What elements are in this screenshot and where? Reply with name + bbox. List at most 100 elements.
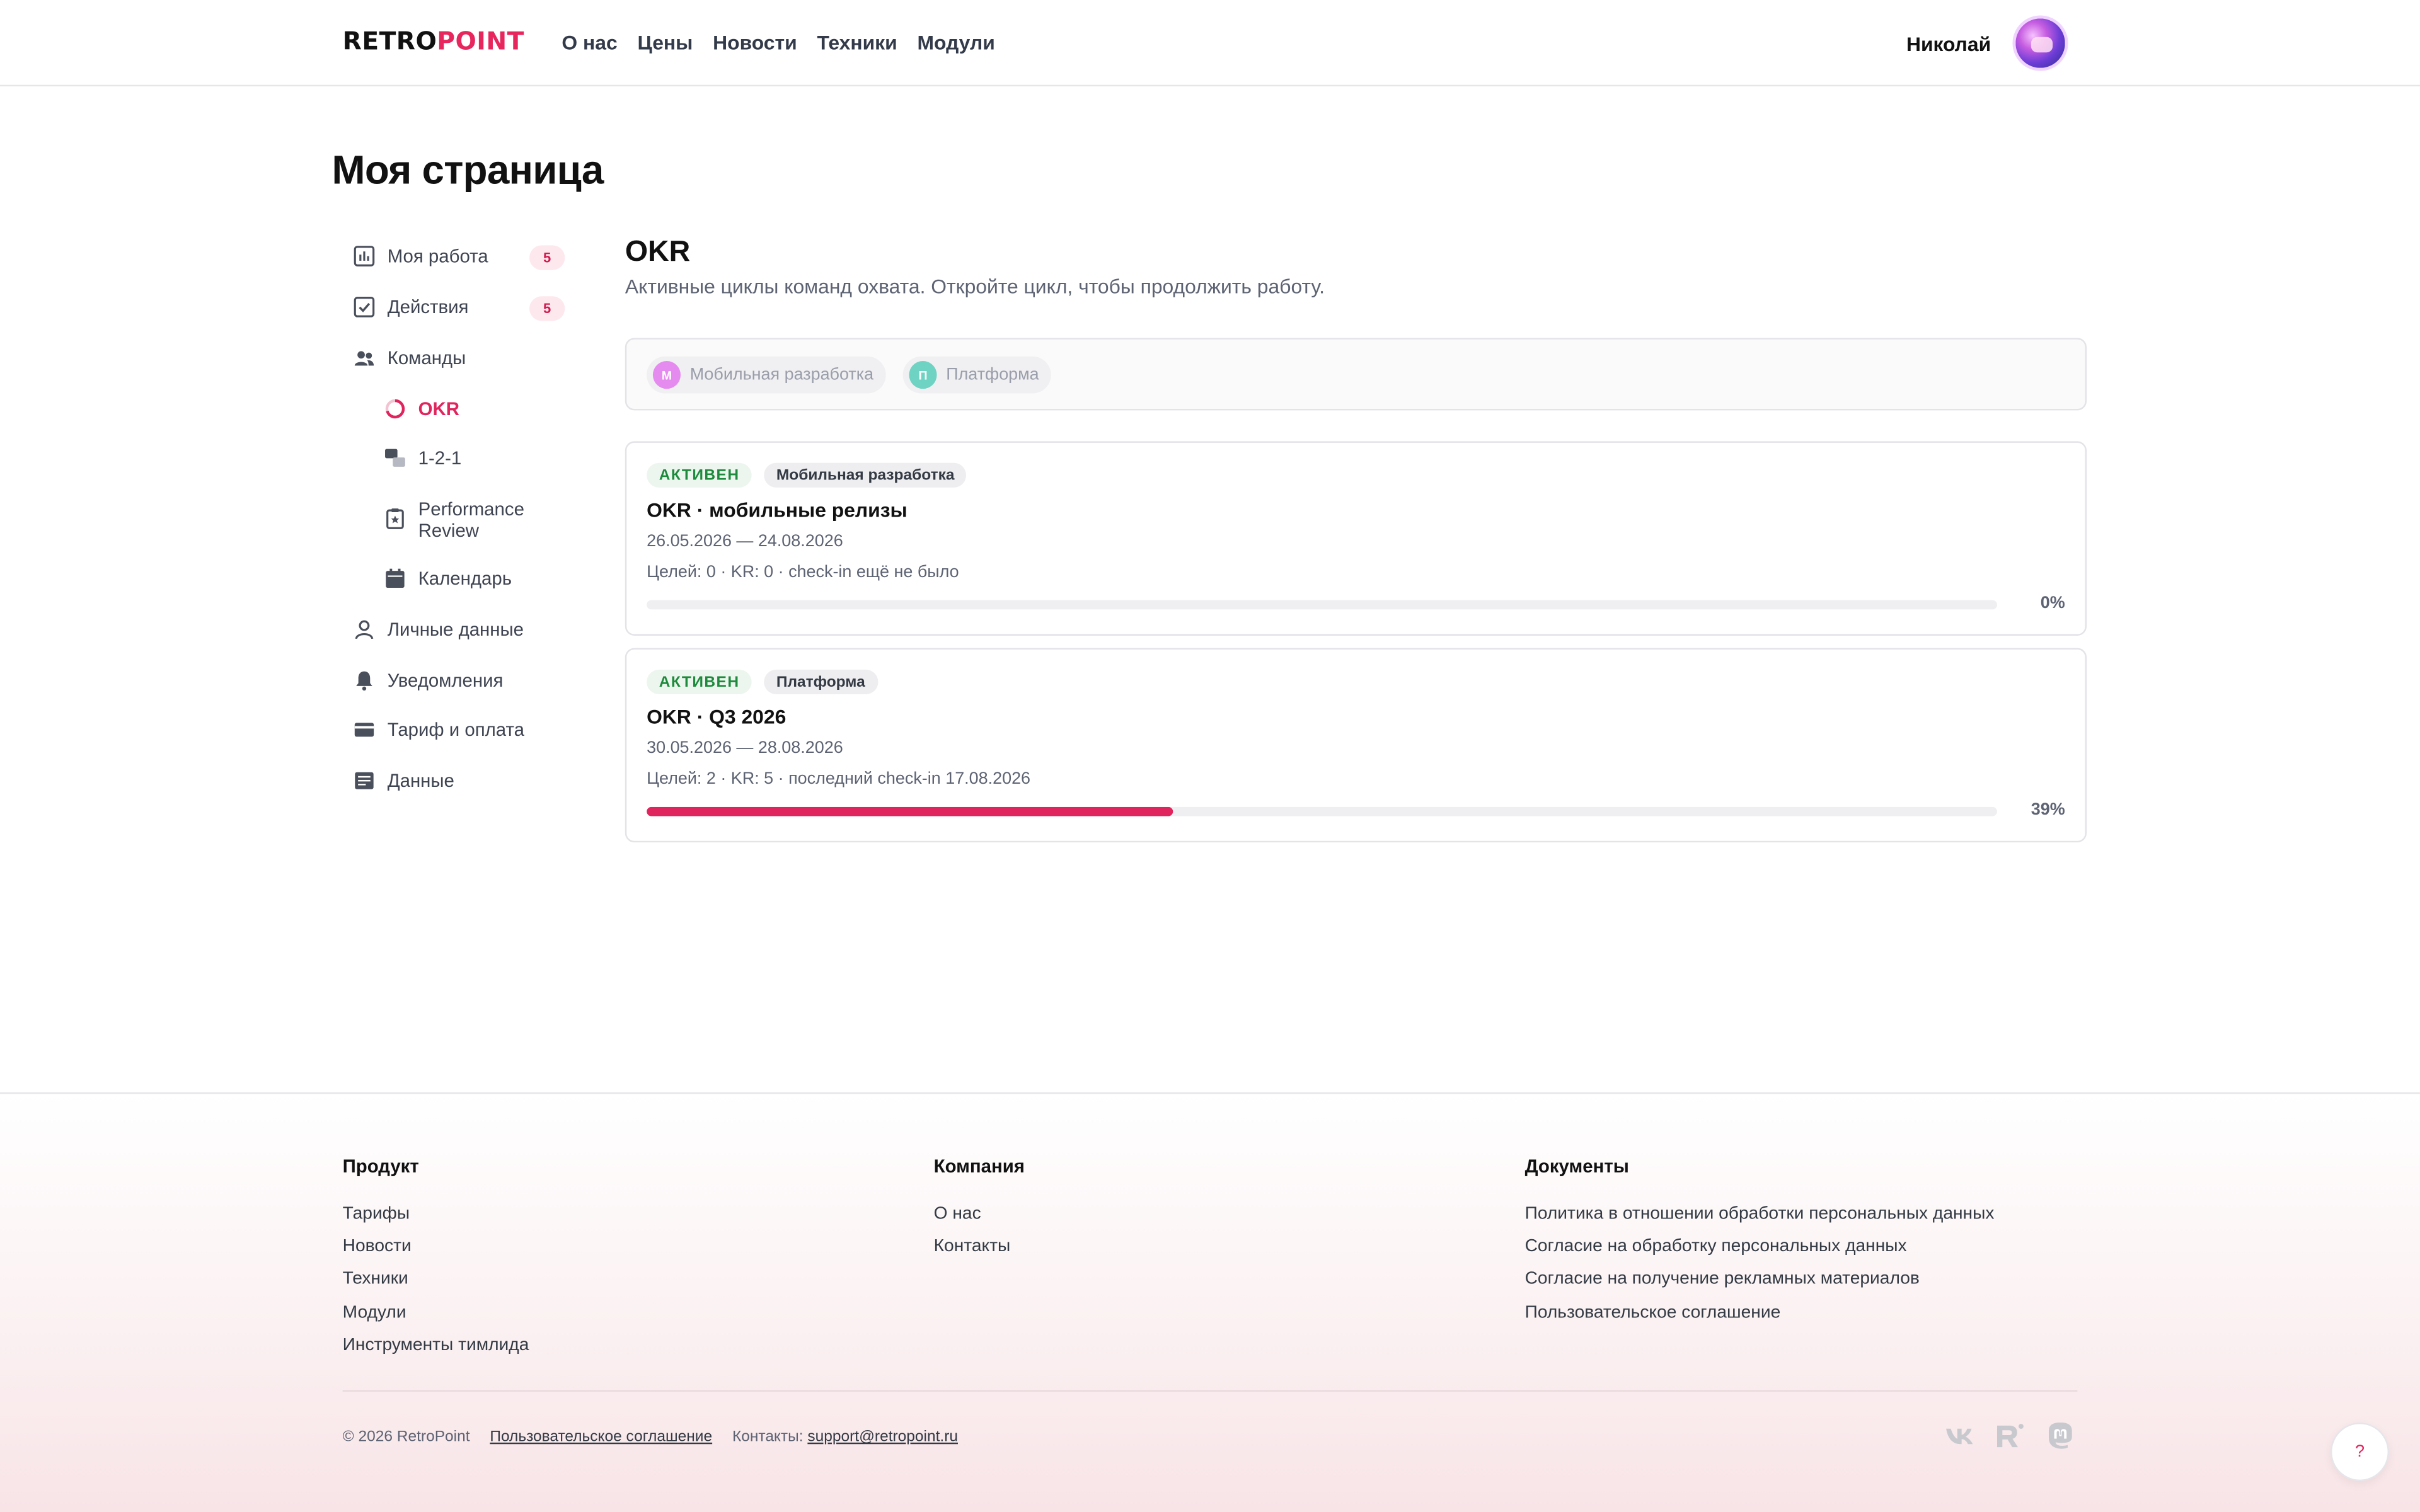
nav-news[interactable]: Новости bbox=[713, 31, 797, 54]
sidebar-item-label: Тариф и оплата bbox=[387, 719, 524, 741]
footer-link-data-consent[interactable]: Согласие на обработку персональных данны… bbox=[1525, 1232, 1995, 1264]
contacts-label: Контакты: bbox=[732, 1428, 804, 1446]
person-icon bbox=[354, 619, 375, 640]
card-title[interactable]: OKR · Q3 2026 bbox=[647, 705, 786, 728]
logo[interactable]: RETROPOINT bbox=[343, 26, 524, 56]
top-header: RETROPOINT О нас Цены Новости Техники Мо… bbox=[0, 0, 2420, 87]
footer-column-product: Продукт Тарифы Новости Техники Модули Ин… bbox=[343, 1155, 529, 1362]
footer: Продукт Тарифы Новости Техники Модули Ин… bbox=[0, 1092, 2420, 1512]
bell-icon bbox=[354, 670, 375, 691]
card-meta: Целей: 0 · KR: 0 · check-in ещё не было bbox=[647, 563, 959, 582]
logo-text-point: POINT bbox=[437, 26, 524, 56]
footer-link-privacy-policy[interactable]: Политика в отношении обработки персональ… bbox=[1525, 1199, 1995, 1232]
team-filter-label: Платформа bbox=[946, 365, 1039, 384]
chat-icon bbox=[384, 447, 406, 469]
sidebar-item-billing[interactable]: Тариф и оплата bbox=[354, 719, 524, 741]
sidebar-item-okr[interactable]: OKR bbox=[384, 398, 459, 420]
sidebar-item-my-work[interactable]: Моя работа bbox=[354, 245, 488, 267]
page-title: Моя страница bbox=[331, 146, 604, 193]
team-avatar: М bbox=[652, 361, 681, 389]
team-filter-mobile[interactable]: М Мобильная разработка bbox=[647, 356, 886, 394]
footer-link-news[interactable]: Новости bbox=[343, 1232, 529, 1264]
logo-text-retro: RETRO bbox=[342, 26, 437, 56]
section-subtitle: Активные циклы команд охвата. Откройте ц… bbox=[625, 274, 1325, 298]
team-filter-label: Мобильная разработка bbox=[689, 365, 874, 384]
footer-link-teamlead-tools[interactable]: Инструменты тимлида bbox=[343, 1329, 529, 1362]
nav-modules[interactable]: Модули bbox=[918, 31, 995, 54]
user-menu[interactable]: Николай bbox=[1906, 15, 2068, 71]
sidebar-item-label: Performance Review bbox=[418, 498, 524, 542]
help-button[interactable]: ? bbox=[2330, 1422, 2390, 1482]
sidebar-item-teams[interactable]: Команды bbox=[354, 347, 466, 369]
footer-contacts: Контакты: support@retropoint.ru bbox=[732, 1429, 958, 1446]
nav-about[interactable]: О нас bbox=[562, 31, 617, 54]
section-title: OKR bbox=[625, 236, 691, 269]
footer-link-techniques[interactable]: Техники bbox=[343, 1264, 529, 1297]
progress-percent: 0% bbox=[2040, 593, 2065, 613]
card-icon bbox=[354, 719, 375, 740]
sidebar-item-label: Команды bbox=[387, 347, 466, 369]
footer-link-about[interactable]: О нас bbox=[934, 1199, 1025, 1232]
sidebar-item-one-on-one[interactable]: 1-2-1 bbox=[384, 447, 461, 469]
vk-icon[interactable] bbox=[1945, 1423, 1976, 1450]
footer-heading: Документы bbox=[1524, 1155, 1629, 1177]
footer-agreement-link[interactable]: Пользовательское соглашение bbox=[490, 1429, 712, 1446]
status-badge: АКТИВЕН bbox=[647, 462, 752, 488]
okr-ring-icon bbox=[384, 398, 406, 420]
sidebar-item-label: 1-2-1 bbox=[418, 447, 462, 469]
progress-fill bbox=[647, 806, 1173, 816]
support-email-link[interactable]: support@retropoint.ru bbox=[807, 1429, 958, 1446]
clipboard-star-icon bbox=[384, 508, 406, 529]
user-name[interactable]: Николай bbox=[1906, 32, 1991, 55]
sidebar-item-actions[interactable]: Действия bbox=[354, 296, 469, 318]
team-filter-bar: М Мобильная разработка П Платформа bbox=[625, 338, 2087, 411]
footer-heading: Компания bbox=[933, 1155, 1025, 1177]
team-filter-platform[interactable]: П Платформа bbox=[902, 356, 1052, 394]
sidebar-item-personal-data[interactable]: Личные данные bbox=[354, 619, 524, 640]
footer-link-modules[interactable]: Модули bbox=[343, 1297, 529, 1330]
sidebar-item-data[interactable]: Данные bbox=[354, 770, 454, 791]
mastodon-icon[interactable] bbox=[2045, 1422, 2076, 1450]
footer-link-tariffs[interactable]: Тарифы bbox=[343, 1199, 529, 1232]
sidebar-item-label: Действия bbox=[387, 296, 469, 318]
card-title[interactable]: OKR · мобильные релизы bbox=[647, 498, 908, 522]
progress-percent: 39% bbox=[2031, 801, 2065, 820]
footer-column-company: Компания О нас Контакты bbox=[934, 1155, 1025, 1264]
sidebar-item-label: Данные bbox=[387, 770, 454, 792]
calendar-icon bbox=[384, 568, 406, 589]
card-dates: 30.05.2026 — 28.08.2026 bbox=[647, 739, 843, 758]
sidebar-item-label: Личные данные bbox=[387, 619, 524, 641]
sidebar-item-label: Моя работа bbox=[387, 245, 488, 267]
main-nav: О нас Цены Новости Техники Модули bbox=[562, 31, 994, 54]
card-dates: 26.05.2026 — 24.08.2026 bbox=[647, 532, 843, 551]
team-avatar: П bbox=[909, 361, 937, 389]
retropoint-icon[interactable] bbox=[1994, 1423, 2025, 1450]
footer-link-contacts[interactable]: Контакты bbox=[934, 1232, 1025, 1264]
footer-column-documents: Документы Политика в отношении обработки… bbox=[1525, 1155, 1995, 1329]
sidebar-item-notifications[interactable]: Уведомления bbox=[354, 669, 504, 692]
footer-bottom: © 2026 RetroPoint Пользовательское согла… bbox=[343, 1429, 958, 1446]
status-badge: АКТИВЕН bbox=[647, 669, 752, 695]
sidebar-item-performance-review[interactable]: Performance Review bbox=[384, 498, 542, 542]
my-work-count-badge: 5 bbox=[529, 245, 565, 270]
team-badge: Платформа bbox=[764, 669, 878, 695]
team-badge: Мобильная разработка bbox=[764, 462, 967, 488]
footer-link-ads-consent[interactable]: Согласие на получение рекламных материал… bbox=[1525, 1264, 1995, 1297]
team-icon bbox=[354, 347, 375, 369]
okr-cycle-card[interactable]: АКТИВЕН Платформа OKR · Q3 2026 30.05.20… bbox=[625, 648, 2087, 843]
checkbox-icon bbox=[354, 296, 375, 318]
footer-link-user-agreement[interactable]: Пользовательское соглашение bbox=[1525, 1297, 1995, 1330]
nav-prices[interactable]: Цены bbox=[638, 31, 693, 54]
okr-cycle-card[interactable]: АКТИВЕН Мобильная разработка OKR · мобил… bbox=[625, 441, 2087, 636]
chart-icon bbox=[354, 245, 375, 266]
card-meta: Целей: 2 · KR: 5 · последний check-in 17… bbox=[647, 770, 1031, 789]
sidebar-item-label: Уведомления bbox=[387, 669, 504, 692]
copyright: © 2026 RetroPoint bbox=[342, 1428, 470, 1446]
footer-heading: Продукт bbox=[342, 1155, 419, 1177]
sidebar-item-calendar[interactable]: Календарь bbox=[384, 568, 512, 590]
footer-divider bbox=[342, 1390, 2078, 1392]
avatar[interactable] bbox=[2012, 15, 2068, 71]
nav-techniques[interactable]: Техники bbox=[817, 31, 897, 54]
actions-count-badge: 5 bbox=[529, 296, 565, 321]
sidebar-item-label: Календарь bbox=[418, 568, 512, 590]
